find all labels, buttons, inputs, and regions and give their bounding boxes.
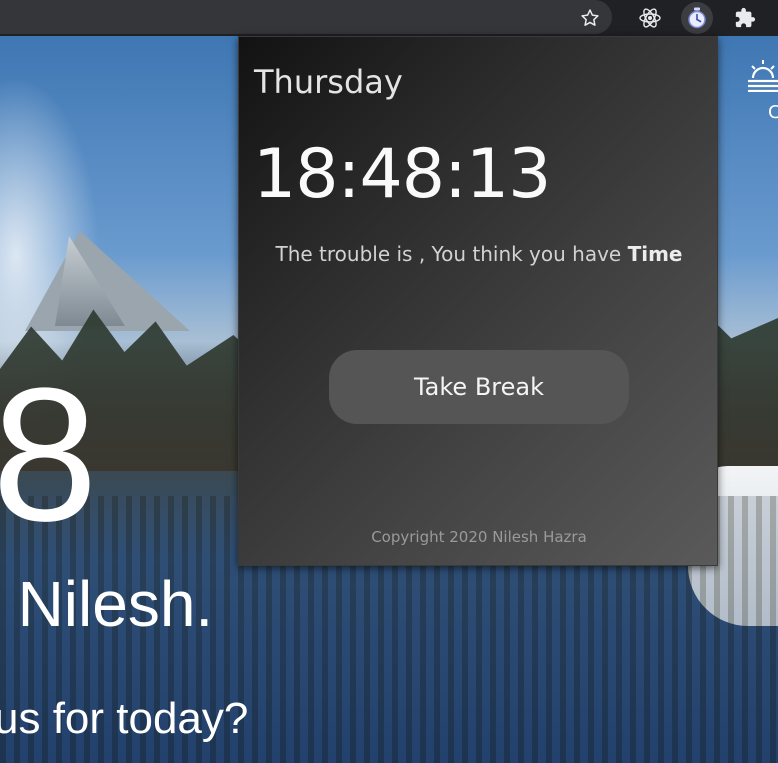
weather-label: C bbox=[768, 102, 778, 123]
extension-popup: Thursday 18:48:13 The trouble is , You t… bbox=[238, 36, 718, 566]
quote-text: The trouble is , You think you have bbox=[275, 242, 628, 266]
copyright: Copyright 2020 Nilesh Hazra bbox=[371, 528, 587, 546]
take-break-button[interactable]: Take Break bbox=[329, 350, 629, 424]
timer-extension-icon[interactable] bbox=[681, 2, 713, 34]
background-focus-prompt[interactable]: cus for today? bbox=[0, 697, 248, 741]
quote-emphasis: Time bbox=[627, 242, 683, 266]
sunrise-icon bbox=[748, 60, 778, 93]
background-clock: 8 bbox=[0, 349, 98, 561]
background-greeting: , Nilesh. bbox=[0, 568, 214, 640]
react-devtools-icon[interactable] bbox=[634, 2, 666, 34]
browser-toolbar bbox=[0, 0, 778, 36]
weather-widget[interactable]: C bbox=[748, 58, 778, 123]
day-label: Thursday bbox=[254, 63, 403, 101]
puzzle-extensions-icon[interactable] bbox=[729, 2, 761, 34]
star-icon[interactable] bbox=[574, 2, 606, 34]
clock-time: 18:48:13 bbox=[253, 135, 551, 214]
quote: The trouble is , You think you have Time bbox=[239, 242, 719, 266]
address-bar[interactable] bbox=[0, 0, 612, 34]
